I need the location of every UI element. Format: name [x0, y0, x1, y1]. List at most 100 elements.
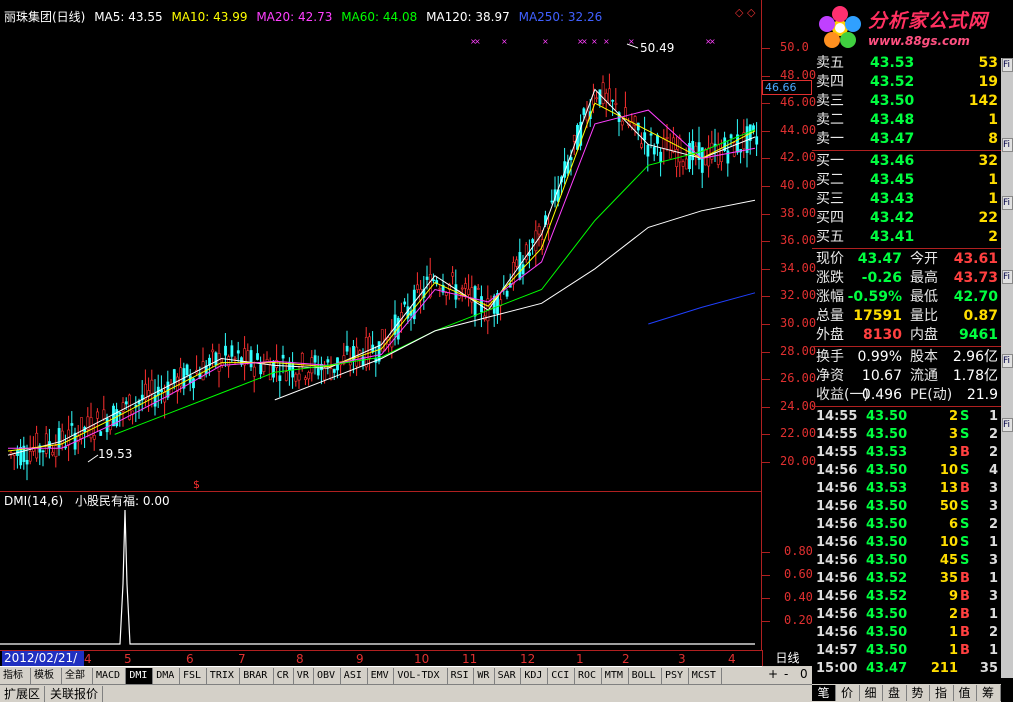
tab-asi[interactable]: ASI [341, 668, 368, 684]
quote-tab[interactable]: 细 [859, 685, 883, 701]
tab-cr[interactable]: CR [274, 668, 294, 684]
trade-price: 43.50 [866, 517, 908, 532]
trade-price: 43.53 [866, 481, 908, 496]
trade-side: B [960, 625, 970, 640]
order-volume: 2 [988, 229, 998, 245]
quote-tab[interactable]: 势 [906, 685, 930, 701]
month-label: 3 [678, 652, 686, 666]
tab-brar[interactable]: BRAR [240, 668, 274, 684]
quote-tab[interactable]: 盘 [883, 685, 907, 701]
candle-body [614, 102, 618, 105]
tab-voltdx[interactable]: VOL-TDX [394, 668, 448, 684]
trade-volume: 45 [939, 553, 958, 568]
stat-label: 最高 [910, 270, 938, 286]
candle-body [51, 451, 55, 456]
candle-body [25, 459, 29, 465]
candle-body [643, 132, 647, 141]
tab-emv[interactable]: EMV [368, 668, 395, 684]
period-label[interactable]: 日线 [762, 650, 812, 666]
tab-[interactable]: 模板 [31, 668, 62, 684]
candle-body [505, 290, 509, 297]
trade-volume: 1 [948, 625, 958, 640]
tab-dma[interactable]: DMA [153, 668, 180, 684]
tab-mcst[interactable]: MCST [689, 668, 723, 684]
price-axis-label: 28.00 [780, 343, 817, 358]
tab-sar[interactable]: SAR [495, 668, 522, 684]
stat-row: 外盘 8130 内盘 9461 [816, 326, 1002, 345]
trade-count: 2 [988, 445, 998, 460]
quote-tab[interactable]: 指 [930, 685, 954, 701]
sell-row: 卖四 43.52 19 [816, 73, 1002, 92]
order-volume: 1 [988, 172, 998, 188]
candle-body [41, 450, 45, 453]
indicator-tick [762, 551, 770, 553]
candle-body [105, 418, 109, 433]
quote-tab[interactable]: 笔 [812, 685, 836, 701]
price-chart[interactable]: 50.4919.53$×× × × ×× × × × ×× [0, 0, 762, 492]
order-price: 43.47 [870, 131, 915, 147]
quote-tab[interactable]: 值 [953, 685, 977, 701]
order-volume: 19 [978, 74, 998, 90]
trade-time: 14:56 [816, 589, 858, 604]
tab-rsi[interactable]: RSI [448, 668, 475, 684]
right-scroll-strip[interactable]: Fi Fi Fi Fi Fi Fi [1001, 58, 1013, 678]
order-label: 卖三 [816, 93, 844, 109]
tab-wr[interactable]: WR [474, 668, 495, 684]
bottom-tab[interactable]: 关联报价 [46, 686, 104, 702]
order-volume: 142 [968, 93, 998, 109]
quote-tab[interactable]: 筹 [977, 685, 1001, 701]
tab-[interactable]: 指标 [0, 668, 31, 684]
trade-volume: 35 [939, 571, 958, 586]
right-strip-button[interactable]: Fi [1002, 196, 1013, 210]
tab-kdj[interactable]: KDJ [521, 668, 549, 684]
tab-[interactable]: 全部 [62, 668, 93, 684]
right-strip-button[interactable]: Fi [1002, 138, 1013, 152]
bottom-tab[interactable]: 扩展区 [0, 686, 46, 702]
tab-vr[interactable]: VR [294, 668, 314, 684]
trade-price: 43.50 [866, 409, 908, 424]
price-tick [762, 130, 770, 132]
right-strip-button[interactable]: Fi [1002, 270, 1013, 284]
candle-body [624, 107, 627, 120]
right-strip-button[interactable]: Fi [1002, 354, 1013, 368]
candle-body [582, 108, 586, 115]
order-price: 43.52 [870, 74, 915, 90]
tab-dmi[interactable]: DMI [126, 668, 154, 684]
indicator-chart[interactable] [0, 492, 762, 650]
tab-fsl[interactable]: FSL [180, 668, 207, 684]
stat-label: 外盘 [816, 327, 844, 343]
candle-body [652, 146, 656, 155]
current-price-tag: 46.66 [762, 80, 812, 95]
tab-control-button[interactable]: + [768, 667, 778, 681]
tab-trix[interactable]: TRIX [207, 668, 241, 684]
tab-control-button[interactable]: 0 [800, 667, 808, 681]
candle-body [28, 451, 32, 462]
stat-label: 涨幅 [816, 289, 844, 305]
quote-panel-tabs: 笔价细盘势指值筹 [812, 684, 1001, 702]
stat-label: PE(动) [910, 387, 953, 403]
right-strip-button[interactable]: Fi [1002, 418, 1013, 432]
tab-mtm[interactable]: MTM [602, 668, 629, 684]
tab-roc[interactable]: ROC [575, 668, 602, 684]
chart-window-controls[interactable]: ◇ ◇ [735, 6, 755, 19]
tab-control-button[interactable]: - [784, 667, 788, 681]
trade-price: 43.53 [866, 445, 908, 460]
quote-tab[interactable]: 价 [836, 685, 860, 701]
tab-cci[interactable]: CCI [548, 668, 575, 684]
order-price: 43.53 [870, 55, 915, 71]
candle-body [217, 353, 221, 372]
candle-body [278, 375, 282, 381]
tab-boll[interactable]: BOLL [629, 668, 662, 684]
trade-count: 1 [988, 409, 998, 424]
tab-macd[interactable]: MACD [93, 668, 127, 684]
candle-body [444, 292, 448, 296]
signal-cross-mark: × [542, 37, 549, 46]
tab-obv[interactable]: OBV [314, 668, 341, 684]
order-label: 买三 [816, 191, 844, 207]
tab-psy[interactable]: PSY [662, 668, 689, 684]
candle-body [192, 378, 195, 389]
right-strip-button[interactable]: Fi [1002, 58, 1013, 72]
candle-body [531, 239, 535, 243]
candle-body [233, 357, 237, 360]
price-tick [762, 324, 770, 325]
